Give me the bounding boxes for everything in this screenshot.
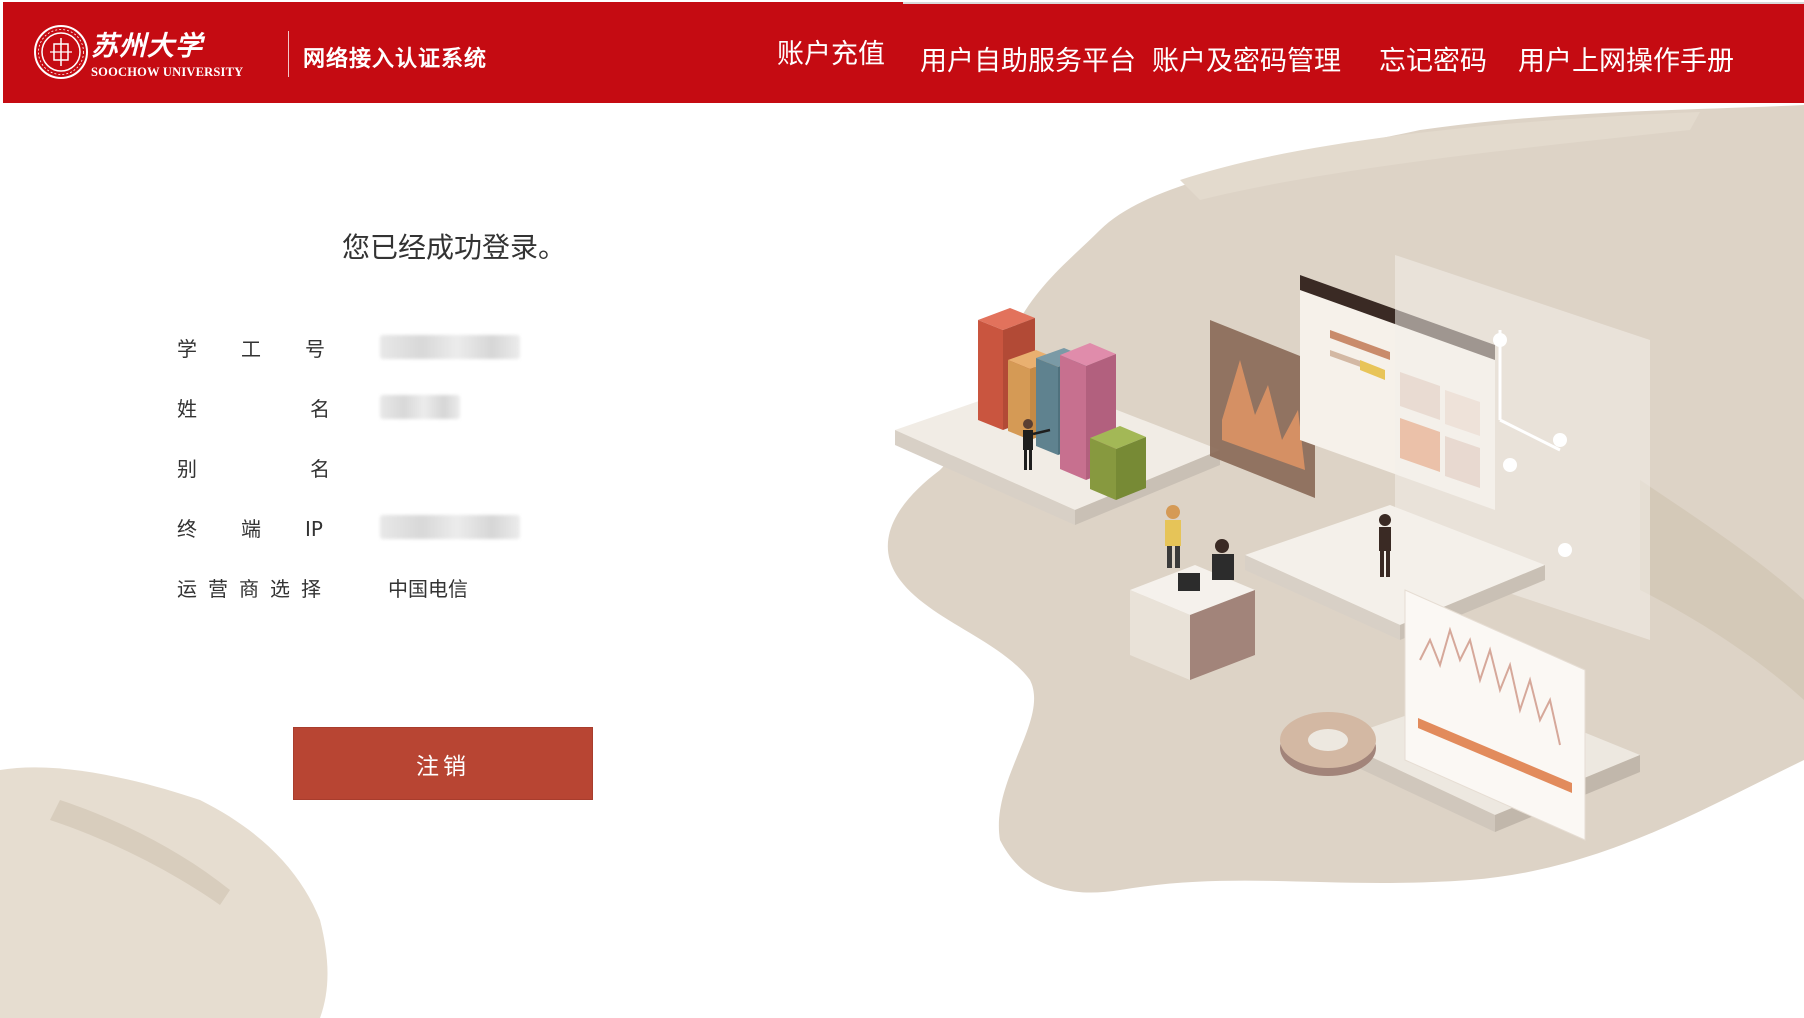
terminal-ip-value-redacted [380,515,520,539]
platform-middle-top [1245,505,1545,625]
platform-right-side [1335,740,1495,832]
line-chart-panel-illustration [1404,589,1586,841]
platform-right-front [1495,755,1640,832]
logout-button[interactable]: 注销 [293,727,593,800]
nav-self-service-platform[interactable]: 用户自助服务平台 [920,39,1136,78]
logo-divider [288,31,289,77]
top-header-bar: 苏州大学 SOOCHOW UNIVERSITY 网络接入认证系统 账户充值 用户… [3,2,1804,103]
office-desk-figures [1130,505,1391,680]
label-alias: 别名 [177,457,330,481]
student-id-value-redacted [380,335,520,359]
logo-chinese-name: 苏州大学 [91,31,203,62]
label-terminal-ip: 终端 IP [177,517,323,541]
person-presenter-figure [1023,419,1051,470]
university-logo[interactable]: 苏州大学 SOOCHOW UNIVERSITY [33,22,278,84]
gear-illustration [1280,712,1376,776]
platform-left-side [895,430,1075,525]
bar-chart-illustration [978,308,1146,500]
nav-account-password-management[interactable]: 账户及密码管理 [1152,39,1341,78]
platform-right-top [1335,690,1640,815]
logo-english-name: SOOCHOW UNIVERSITY [91,65,244,79]
dashboard-panels-illustration [1210,255,1650,640]
platform-left-front [1075,450,1220,525]
system-title: 网络接入认证系统 [303,46,488,72]
header-top-line [903,2,1804,4]
brush-stroke-top [1180,112,1700,200]
login-success-message: 您已经成功登录。 [342,231,567,264]
nav-user-manual[interactable]: 用户上网操作手册 [1518,39,1734,78]
brush-stroke-left [0,767,328,1018]
carrier-value: 中国电信 [388,577,468,601]
brush-stroke-left-detail [50,800,230,905]
brush-stroke-right-edge [1640,480,1804,700]
platform-left-top [895,380,1220,510]
platform-middle-front [1400,565,1545,640]
university-emblem-icon [34,25,88,79]
nav-account-recharge[interactable]: 账户充值 [777,32,885,71]
brush-stroke-right [887,105,1804,893]
platform-middle-side [1245,555,1400,640]
nav-forgot-password[interactable]: 忘记密码 [1379,39,1487,78]
hero-illustration [0,105,1804,1018]
label-carrier: 运营商选择 [177,577,332,601]
label-name: 姓名 [177,397,330,421]
label-student-id: 学工号 [177,337,325,361]
name-value-redacted [380,395,460,419]
